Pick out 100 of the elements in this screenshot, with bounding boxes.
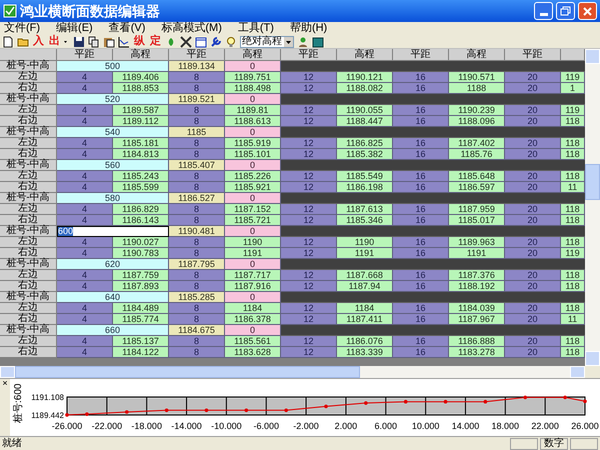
- row-header: 左边: [0, 303, 57, 314]
- tick-label: -14.000: [171, 421, 202, 431]
- table-cell: 1190: [337, 237, 393, 248]
- scroll-thumb[interactable]: [585, 164, 600, 200]
- maximize-button[interactable]: [556, 2, 575, 20]
- table-cell: 1185.226: [225, 171, 281, 182]
- tick-label: 14.000: [452, 421, 480, 431]
- horizontal-scrollbar[interactable]: [0, 366, 600, 378]
- export-button[interactable]: 出: [48, 36, 61, 47]
- center-offset-cell: 0: [225, 127, 281, 138]
- row-header: 左边: [0, 204, 57, 215]
- status-panel: 数字: [540, 438, 568, 450]
- column-header[interactable]: 平距: [57, 49, 113, 61]
- menu-item[interactable]: 查看(V): [108, 23, 146, 34]
- row-header: 右边: [0, 149, 57, 160]
- table-cell: 119: [561, 248, 585, 259]
- table-cell: 8: [169, 149, 225, 160]
- wrench-icon[interactable]: [210, 36, 222, 48]
- table-cell: 1186.597: [449, 182, 505, 193]
- scroll-thumb[interactable]: [15, 366, 360, 378]
- row-header: 左边: [0, 270, 57, 281]
- table-cell: 1186.076: [337, 336, 393, 347]
- table-cell: 1186.829: [113, 204, 169, 215]
- close-button[interactable]: ×: [2, 379, 8, 388]
- table-cell: 16: [393, 336, 449, 347]
- table-cell: 1187.759: [113, 270, 169, 281]
- table-cell: 1185.599: [113, 182, 169, 193]
- station-cell: 520: [57, 94, 169, 105]
- table-cell: 12: [281, 314, 337, 325]
- center-offset-cell: 0: [225, 94, 281, 105]
- vertical-button[interactable]: 纵: [133, 36, 146, 47]
- column-header[interactable]: 平距: [169, 49, 225, 61]
- table-cell: 118: [561, 281, 585, 292]
- app-icon: [3, 4, 17, 18]
- table-cell: 1187.717: [225, 270, 281, 281]
- table-cell: 1190.121: [337, 72, 393, 83]
- station-cell: 540: [57, 127, 169, 138]
- table-cell: 1187.402: [449, 138, 505, 149]
- center-elevation-cell: 1185: [169, 127, 225, 138]
- table-cell: 16: [393, 138, 449, 149]
- import-button[interactable]: 入: [32, 36, 45, 47]
- table-cell: 1184.122: [113, 347, 169, 358]
- table-cell: 1185.919: [225, 138, 281, 149]
- table-cell: 4: [57, 314, 113, 325]
- tick-label: -22.000: [92, 421, 122, 431]
- restore-icon: [560, 6, 571, 16]
- center-elevation-cell: 1189.521: [169, 94, 225, 105]
- center-offset-cell: 0: [225, 160, 281, 171]
- table-cell: 1190.783: [113, 248, 169, 259]
- table-cell: 20: [505, 182, 561, 193]
- table-cell: 4: [57, 270, 113, 281]
- chart-icon[interactable]: [118, 36, 130, 48]
- save-icon[interactable]: [73, 36, 85, 48]
- close-button[interactable]: [578, 2, 597, 20]
- column-header[interactable]: 高程: [225, 49, 281, 61]
- menu-item[interactable]: 文件(F): [4, 23, 40, 34]
- table-cell: 118: [561, 303, 585, 314]
- bulb-icon[interactable]: [225, 36, 237, 48]
- menu-item[interactable]: 工具(T): [238, 23, 274, 34]
- table-cell: 1187.967: [449, 314, 505, 325]
- menu-item[interactable]: 帮助(H): [290, 23, 328, 34]
- menu-item[interactable]: 编辑(E): [56, 23, 93, 34]
- column-header[interactable]: [561, 49, 585, 61]
- table-cell: 1189.406: [113, 72, 169, 83]
- paste-icon[interactable]: [103, 36, 115, 48]
- column-header[interactable]: 平距: [281, 49, 337, 61]
- point: [484, 400, 488, 404]
- table-cell: 16: [393, 105, 449, 116]
- table-cell: 119: [561, 105, 585, 116]
- vertical-scrollbar[interactable]: [585, 49, 600, 366]
- station-input[interactable]: 600: [57, 226, 169, 237]
- column-header[interactable]: 高程: [337, 49, 393, 61]
- table-cell: 16: [393, 116, 449, 127]
- fix-button[interactable]: 定: [149, 36, 162, 47]
- table-cell: 1183.628: [225, 347, 281, 358]
- column-header[interactable]: 高程: [113, 49, 169, 61]
- point: [523, 396, 528, 400]
- table-cell: 1191: [449, 248, 505, 259]
- column-header[interactable]: 平距: [505, 49, 561, 61]
- mode-dropdown[interactable]: 绝对高程: [240, 36, 294, 48]
- column-header[interactable]: 高程: [449, 49, 505, 61]
- menu-item[interactable]: 标高模式(M): [161, 23, 222, 34]
- person-icon[interactable]: [297, 36, 309, 48]
- row-header: 桩号-中高: [0, 325, 57, 336]
- table-cell: 12: [281, 116, 337, 127]
- table-cell: 4: [57, 215, 113, 226]
- tick-label: 26.000: [571, 421, 599, 431]
- size-grip: [585, 366, 600, 378]
- table-cell: 1187.668: [337, 270, 393, 281]
- table-cell: 8: [169, 336, 225, 347]
- column-header[interactable]: 平距: [393, 49, 449, 61]
- table-cell: 20: [505, 215, 561, 226]
- row-header: 右边: [0, 182, 57, 193]
- table-cell: 118: [561, 270, 585, 281]
- table-cell: 4: [57, 72, 113, 83]
- copy-icon[interactable]: [88, 36, 100, 48]
- status-text: 就绪: [2, 438, 23, 448]
- table-cell: 12: [281, 237, 337, 248]
- minimize-button[interactable]: [534, 2, 553, 20]
- calendar-icon[interactable]: [195, 36, 207, 48]
